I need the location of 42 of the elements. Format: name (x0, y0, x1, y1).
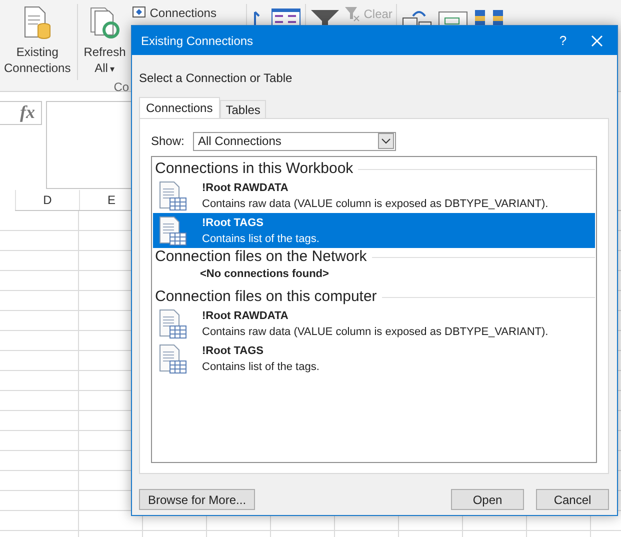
insert-function-button[interactable]: fx (0, 101, 42, 125)
document-table-icon (158, 216, 188, 246)
refresh-all-button[interactable]: Refresh All ▾ (82, 4, 128, 79)
show-dropdown[interactable]: All Connections (193, 132, 396, 150)
document-table-icon (158, 344, 188, 374)
help-button[interactable]: ? (543, 32, 583, 49)
connections-button[interactable]: Connections (132, 4, 242, 22)
group-heading: Connection files on this computer (155, 288, 377, 306)
group-label: Co (114, 80, 130, 94)
refresh-pages-icon (88, 6, 121, 40)
document-table-icon (158, 308, 188, 338)
connection-name: !Root TAGS (202, 344, 265, 358)
connection-description: Contains list of the tags. (202, 232, 320, 246)
group-heading: Connection files on the Network (155, 248, 367, 266)
cancel-button[interactable]: Cancel (536, 489, 609, 510)
document-table-icon (158, 180, 188, 210)
close-icon[interactable] (591, 34, 603, 46)
connections-icon (132, 6, 146, 20)
connection-description: Contains raw data (VALUE column is exposed as DBTYPE_VARIANT). (202, 324, 548, 340)
show-label: Show: (151, 134, 185, 148)
connection-item[interactable]: !Root RAWDATA Contains raw data (VALUE column is exposed as DBTYPE_VARIANT). (153, 178, 595, 213)
clear-filter-icon (344, 6, 360, 22)
column-header[interactable]: D (15, 190, 79, 210)
connection-name: !Root RAWDATA (202, 308, 290, 324)
group-heading: Connections in this Workbook (155, 160, 354, 178)
window-title: Existing Connections (141, 34, 254, 48)
connection-item[interactable]: !Root RAWDATA Contains raw data (VALUE column is exposed as DBTYPE_VARIANT). (153, 306, 595, 341)
prompt-text: Select a Connection or Table (139, 71, 294, 85)
empty-message: <No connections found> (199, 267, 330, 282)
existing-connections-button[interactable]: Existing Connections (2, 4, 73, 78)
connection-item[interactable]: !Root TAGS Contains list of the tags. (153, 341, 595, 376)
browse-button[interactable]: Browse for More... (139, 489, 256, 510)
connection-description: Contains raw data (VALUE column is exposed as DBTYPE_VARIANT). (202, 196, 548, 212)
connection-name: !Root RAWDATA (202, 180, 290, 196)
caret-icon: ▾ (110, 64, 115, 74)
connection-description: Contains list of the tags. (202, 360, 320, 374)
connection-item[interactable]: !Root TAGS Contains list of the tags. (153, 213, 595, 248)
connection-name: !Root TAGS (202, 216, 265, 230)
document-database-icon (22, 6, 52, 40)
open-button[interactable]: Open (451, 489, 524, 510)
tab[interactable]: Connections (139, 97, 220, 118)
tab[interactable]: Tables (220, 100, 266, 118)
